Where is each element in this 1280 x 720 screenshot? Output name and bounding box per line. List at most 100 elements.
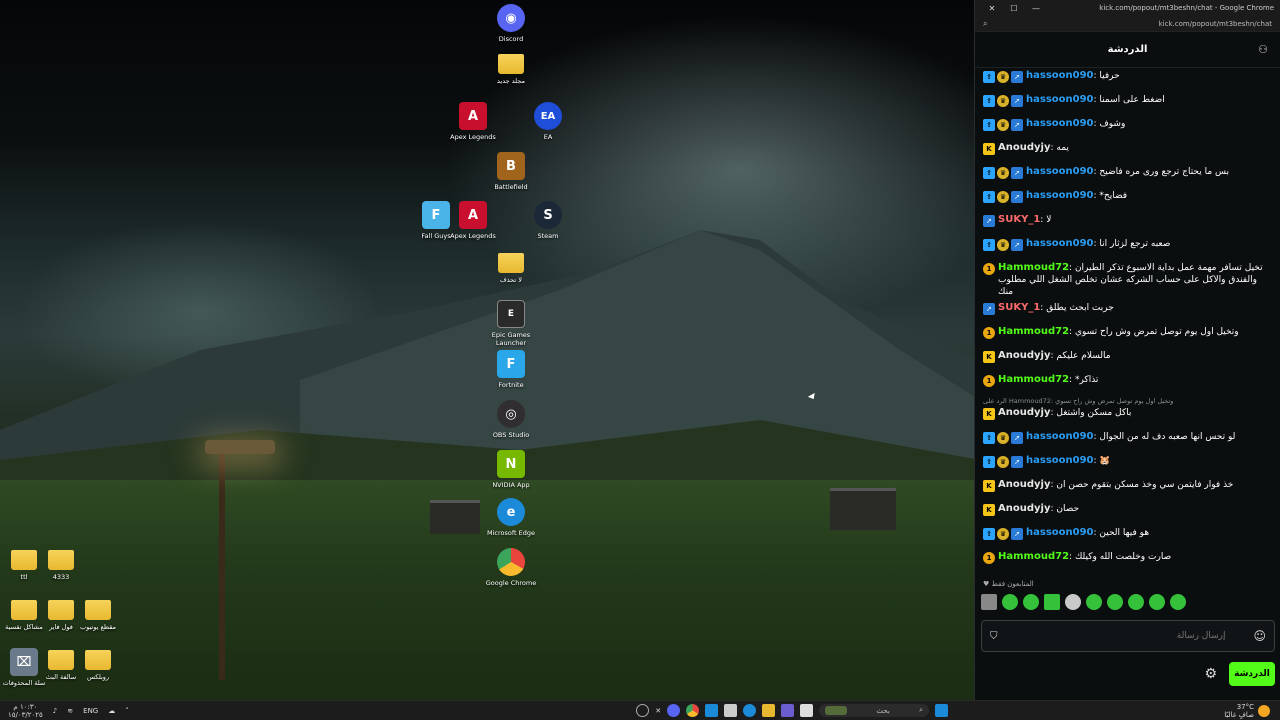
chat-message[interactable]: ⇪ ♛ ➚ hassoon090: 🐹 (975, 453, 1280, 477)
chat-username[interactable]: hassoon090 (1026, 431, 1094, 442)
message-input-box[interactable]: ⛉ ☺ (981, 620, 1275, 652)
users-icon[interactable]: ⚇ (1258, 43, 1268, 56)
app-taskbar-icon[interactable] (781, 704, 795, 717)
taskbar-search[interactable]: بحث ⌕ (819, 704, 930, 717)
kick-badge-icon[interactable]: K (983, 408, 995, 420)
coin-badge-icon[interactable]: 1 (983, 375, 995, 387)
gear-icon[interactable]: ⚙ (1204, 666, 1217, 682)
trophy-badge-icon[interactable]: ♛ (997, 95, 1009, 107)
desktop-icon-apex-legends[interactable]: A Apex Legends (443, 102, 503, 141)
store-icon[interactable] (705, 704, 719, 717)
chat-username[interactable]: SUKY_1 (998, 302, 1040, 313)
arrow-badge-icon[interactable]: ➚ (1011, 95, 1023, 107)
edge-taskbar-icon[interactable] (743, 704, 757, 717)
arrow-badge-icon[interactable]: ➚ (1011, 167, 1023, 179)
chat-message[interactable]: K Anoudyjy: يمه (975, 140, 1280, 164)
chat-messages[interactable]: ⇪ ♛ ➚ hassoon090: حرفيا ⇪ ♛ ➚ hassoon090: اضغط … (975, 68, 1280, 576)
language-indicator[interactable]: ENG (83, 707, 98, 715)
chat-username[interactable]: hassoon090 (1026, 166, 1094, 177)
sub-badge-icon[interactable]: ⇪ (983, 119, 995, 131)
chat-message[interactable]: ⇪ ♛ ➚ hassoon090: وشوف (975, 116, 1280, 140)
emote[interactable] (1065, 594, 1081, 610)
desktop-icon-ea[interactable]: EA EA (518, 102, 578, 141)
trophy-badge-icon[interactable]: ♛ (997, 71, 1009, 83)
chat-message[interactable]: 1 Hammoud72: وتخيل اول يوم توصل تمرض وش ر… (975, 324, 1280, 348)
chat-username[interactable]: Anoudyjy (998, 142, 1050, 153)
chat-username[interactable]: hassoon090 (1026, 70, 1094, 81)
chat-message[interactable]: ⇪ ♛ ➚ hassoon090: بس ما يحتاج ترجع ورى مره … (975, 164, 1280, 188)
chat-username[interactable]: SUKY_1 (998, 214, 1040, 225)
sub-badge-icon[interactable]: ⇪ (983, 191, 995, 203)
minimize-window-button[interactable]: — (1025, 4, 1047, 13)
chat-username[interactable]: hassoon090 (1026, 238, 1094, 249)
sub-badge-icon[interactable]: ⇪ (983, 95, 995, 107)
desktop-icon-chrome[interactable]: Google Chrome (481, 548, 541, 587)
clock[interactable]: ١٠:٣٠ م ١٥/٠٣/٢٠٢٥ (8, 703, 43, 719)
chat-message[interactable]: 1 Hammoud72: صارت وخلصت الله وكيلك (975, 549, 1280, 573)
chat-message[interactable]: K Anoudyjy: مالسلام عليكم (975, 348, 1280, 372)
sub-badge-icon[interactable]: ⇪ (983, 239, 995, 251)
desktop-icon-fortnite[interactable]: F Fortnite (481, 350, 541, 389)
chat-username[interactable]: hassoon090 (1026, 190, 1094, 201)
chat-username[interactable]: hassoon090 (1026, 118, 1094, 129)
task-view-icon[interactable] (800, 704, 814, 717)
chat-username[interactable]: Anoudyjy (998, 503, 1050, 514)
chat-message[interactable]: ⇪ ♛ ➚ hassoon090: حرفيا (975, 68, 1280, 92)
chat-username[interactable]: Anoudyjy (998, 479, 1050, 490)
desktop-icon-epic-games[interactable]: E Epic Games Launcher (481, 300, 541, 347)
chat-username[interactable]: Hammoud72 (998, 326, 1069, 337)
chat-username[interactable]: hassoon090 (1026, 455, 1094, 466)
kick-badge-icon[interactable]: K (983, 504, 995, 516)
weather-widget[interactable]: 37°C صافٍ غالبًا (1224, 703, 1280, 719)
sub-badge-icon[interactable]: ⇪ (983, 456, 995, 468)
sub-badge-icon[interactable]: ⇪ (983, 167, 995, 179)
arrow-badge-icon[interactable]: ➚ (983, 303, 995, 315)
kick-badge-icon[interactable]: K (983, 480, 995, 492)
desktop-icon-folder-youtube[interactable]: مقطع يوتيوب (68, 600, 128, 631)
sub-badge-icon[interactable]: ⇪ (983, 71, 995, 83)
arrow-badge-icon[interactable]: ➚ (1011, 191, 1023, 203)
cloud-icon[interactable]: ☁ (108, 707, 115, 715)
chevron-up-icon[interactable]: ˄ (125, 707, 129, 715)
kick-badge-icon[interactable]: K (983, 143, 995, 155)
url-bar[interactable]: ⌕ kick.com/popout/mt3beshn/chat (975, 16, 1280, 32)
trophy-badge-icon[interactable]: ♛ (997, 239, 1009, 251)
chat-message[interactable]: K Anoudyjy: خذ فوار فايتمن سي وخذ مسكن بت… (975, 477, 1280, 501)
desktop-icon-discord[interactable]: ◉ Discord (481, 4, 541, 43)
shield-icon[interactable]: ⛉ (990, 631, 998, 642)
emote[interactable] (1023, 594, 1039, 610)
emote[interactable] (1086, 594, 1102, 610)
desktop-icon-new-folder[interactable]: مجلد جديد (481, 54, 541, 85)
coin-badge-icon[interactable]: 1 (983, 263, 995, 275)
desktop-icon-edge[interactable]: e Microsoft Edge (481, 498, 541, 537)
discord-taskbar-icon[interactable] (667, 704, 681, 717)
chat-message[interactable]: K Anoudyjy: حصان (975, 501, 1280, 525)
emote[interactable] (1107, 594, 1123, 610)
coin-badge-icon[interactable]: 1 (983, 327, 995, 339)
emote[interactable] (1170, 594, 1186, 610)
trophy-badge-icon[interactable]: ♛ (997, 191, 1009, 203)
trophy-badge-icon[interactable]: ♛ (997, 167, 1009, 179)
desktop-icon-folder[interactable]: لا تحذف (481, 253, 541, 284)
arrow-badge-icon[interactable]: ➚ (983, 215, 995, 227)
sub-badge-icon[interactable]: ⇪ (983, 432, 995, 444)
arrow-badge-icon[interactable]: ➚ (1011, 432, 1023, 444)
chat-username[interactable]: Anoudyjy (998, 407, 1050, 418)
chat-message[interactable]: ➚ SUKY_1: لا (975, 212, 1280, 236)
desktop-icon-steam[interactable]: S Steam (518, 201, 578, 240)
chat-message[interactable]: K Anoudyjy: باكل مسكن واشتغل (975, 405, 1280, 429)
capcut-icon[interactable]: ✕ (655, 707, 661, 715)
desktop-icon-folder-roblox[interactable]: روبلكس (68, 650, 128, 681)
chat-message[interactable]: 1 Hammoud72: تخيل تسافر مهمة عمل بداية ال… (975, 260, 1280, 300)
desktop-icon-folder-4333[interactable]: 4333 (31, 550, 91, 581)
trophy-badge-icon[interactable]: ♛ (997, 528, 1009, 540)
close-window-button[interactable]: ✕ (981, 4, 1003, 13)
chat-message[interactable]: ➚ SUKY_1: جربت ابحث يطلق (975, 300, 1280, 324)
emote[interactable] (981, 594, 997, 610)
obs-taskbar-icon[interactable] (636, 704, 650, 717)
chat-username[interactable]: Hammoud72 (998, 551, 1069, 562)
chat-username[interactable]: Hammoud72 (998, 374, 1069, 385)
sub-badge-icon[interactable]: ⇪ (983, 528, 995, 540)
chat-message[interactable]: ⇪ ♛ ➚ hassoon090: لو تحس انها صعبه دف له من… (975, 429, 1280, 453)
trophy-badge-icon[interactable]: ♛ (997, 456, 1009, 468)
